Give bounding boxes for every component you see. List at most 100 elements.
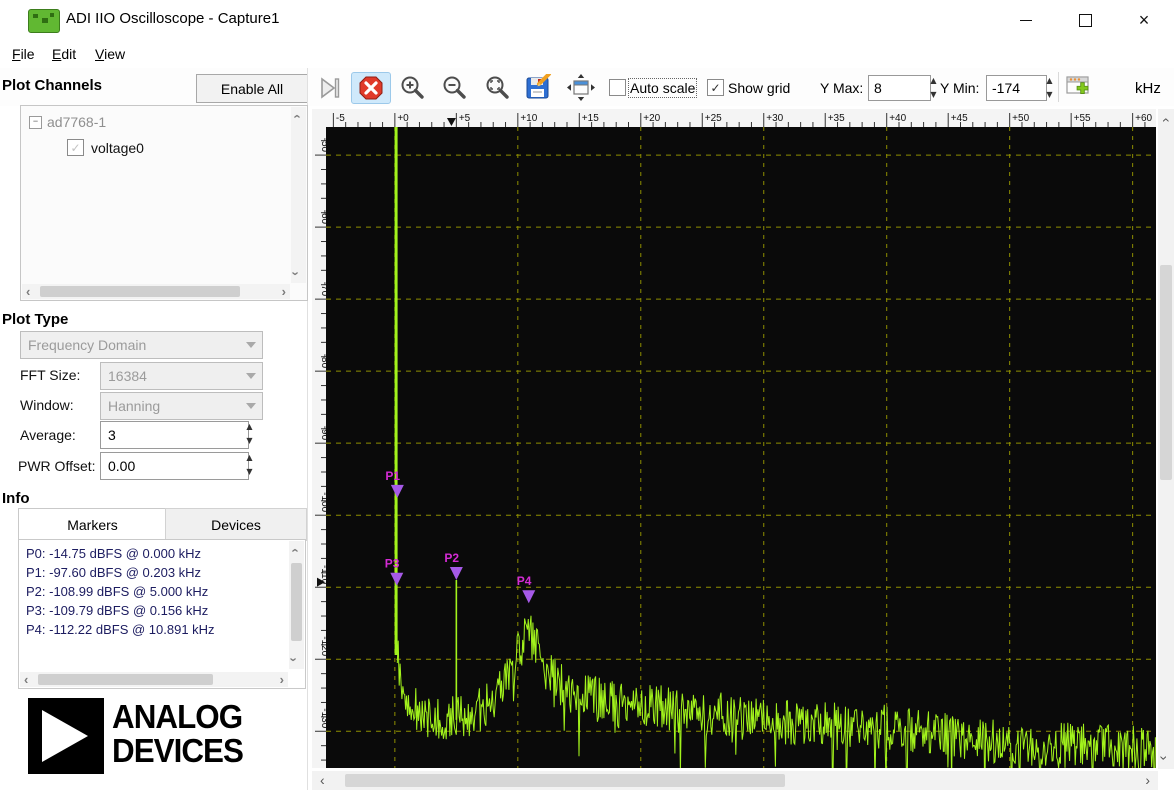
zoom-fit-icon[interactable] — [484, 74, 512, 102]
svg-text:+25: +25 — [705, 113, 722, 124]
average-spinner[interactable]: ▲▼ — [243, 422, 256, 446]
fft-plot[interactable]: P1P2P3P4 — [326, 127, 1156, 768]
scroll-down-icon[interactable]: › — [1157, 756, 1171, 761]
marker-readout-p3: P3: -109.79 dBFS @ 0.156 kHz — [26, 603, 208, 618]
markers-hscrollbar[interactable]: ‹ › — [20, 672, 288, 687]
y-min-spinner[interactable]: ▲▼ — [1043, 76, 1056, 100]
plot-hscroll-thumb[interactable] — [345, 774, 785, 787]
plot-vscroll-thumb[interactable] — [1160, 265, 1172, 480]
spin-down-icon[interactable]: ▼ — [1043, 90, 1056, 100]
new-plot-window-icon[interactable] — [1064, 73, 1094, 101]
svg-text:-5: -5 — [336, 113, 345, 124]
voltage0-label[interactable]: voltage0 — [91, 140, 144, 156]
pan-view-icon[interactable] — [567, 74, 595, 102]
app-window: ADI IIO Oscilloscope - Capture1 × File E… — [0, 0, 1174, 790]
svg-text:+10: +10 — [520, 113, 537, 124]
spin-up-icon[interactable]: ▲ — [1043, 76, 1056, 86]
svg-text:P4: P4 — [517, 574, 532, 588]
scroll-down-icon[interactable]: › — [290, 271, 303, 275]
marker-readout-p2: P2: -108.99 dBFS @ 5.000 kHz — [26, 584, 208, 599]
adi-logo-mark — [28, 698, 104, 774]
menu-view[interactable]: View — [91, 44, 129, 64]
step-forward-icon[interactable] — [317, 74, 345, 102]
scroll-down-icon[interactable]: › — [288, 657, 301, 661]
spin-down-icon[interactable]: ▼ — [243, 436, 256, 446]
minimize-button[interactable] — [998, 0, 1054, 40]
svg-text:P3: P3 — [385, 557, 400, 571]
y-max-spinner[interactable]: ▲▼ — [927, 76, 940, 100]
save-plot-icon[interactable] — [525, 74, 553, 102]
plot-hscrollbar[interactable]: ‹ › — [312, 771, 1158, 790]
plot-vscrollbar[interactable]: › › — [1158, 109, 1174, 769]
spin-up-icon[interactable]: ▲ — [243, 422, 256, 432]
y-min-input[interactable]: -174 — [986, 75, 1047, 101]
window-combo[interactable]: Hanning — [100, 392, 263, 420]
spin-down-icon[interactable]: ▼ — [927, 90, 940, 100]
auto-scale-checkbox[interactable] — [609, 79, 626, 96]
zoom-out-icon[interactable] — [441, 74, 469, 102]
svg-text:-70: -70 — [319, 282, 326, 297]
markers-hscroll-thumb[interactable] — [38, 674, 213, 685]
auto-scale-label[interactable]: Auto scale — [630, 80, 695, 96]
scroll-right-icon[interactable]: › — [1145, 773, 1150, 787]
markers-vscroll-thumb[interactable] — [291, 563, 302, 641]
maximize-button[interactable] — [1057, 0, 1113, 40]
tree-device-label[interactable]: ad7768-1 — [47, 114, 106, 130]
y-max-input[interactable]: 8 — [868, 75, 931, 101]
fft-size-label: FFT Size: — [20, 367, 80, 383]
enable-all-button[interactable]: Enable All — [196, 74, 308, 103]
svg-text:+50: +50 — [1012, 113, 1029, 124]
pwr-offset-input[interactable]: 0.00 — [100, 452, 249, 480]
adi-logo-text: ANALOG DEVICES — [112, 700, 250, 768]
tab-markers[interactable]: Markers — [18, 508, 167, 541]
svg-text:-50: -50 — [319, 138, 326, 153]
scroll-left-icon[interactable]: ‹ — [320, 773, 325, 787]
average-label: Average: — [20, 427, 76, 443]
fft-size-combo[interactable]: 16384 — [100, 362, 263, 390]
spin-up-icon[interactable]: ▲ — [927, 76, 940, 86]
plot-channels-label: Plot Channels — [2, 77, 102, 94]
menu-file[interactable]: File — [8, 44, 39, 64]
window-label: Window: — [20, 397, 74, 413]
svg-text:+40: +40 — [889, 113, 906, 124]
tab-devices[interactable]: Devices — [165, 508, 307, 541]
maximize-icon — [1079, 14, 1092, 27]
spin-up-icon[interactable]: ▲ — [243, 453, 256, 463]
stop-capture-button[interactable] — [351, 72, 391, 104]
menubar: File Edit View — [0, 40, 1174, 69]
titlebar: ADI IIO Oscilloscope - Capture1 × — [0, 0, 1174, 41]
plot-type-combo[interactable]: Frequency Domain — [20, 331, 263, 359]
scroll-right-icon[interactable]: › — [282, 285, 286, 298]
adi-triangle-icon — [28, 698, 104, 774]
scroll-left-icon[interactable]: ‹ — [24, 673, 28, 686]
close-button[interactable]: × — [1116, 0, 1172, 40]
y-min-label: Y Min: — [940, 80, 979, 96]
scroll-up-icon[interactable]: › — [290, 114, 303, 118]
svg-text:-100: -100 — [319, 492, 326, 512]
pwr-offset-spinner[interactable]: ▲▼ — [243, 453, 256, 477]
tree-expander-icon[interactable]: − — [29, 116, 42, 129]
close-icon: × — [1139, 11, 1150, 29]
chevron-down-icon — [246, 342, 256, 348]
stop-capture-icon — [358, 75, 384, 101]
svg-text:-130: -130 — [319, 708, 326, 728]
tree-hscrollbar[interactable]: ‹ › — [22, 284, 290, 299]
voltage0-checkbox[interactable]: ✓ — [67, 139, 84, 156]
svg-text:+30: +30 — [766, 113, 783, 124]
marker-readout-p4: P4: -112.22 dBFS @ 10.891 kHz — [26, 622, 215, 637]
menu-edit[interactable]: Edit — [48, 44, 80, 64]
scroll-up-icon[interactable]: › — [1157, 118, 1171, 123]
zoom-in-icon[interactable] — [399, 74, 427, 102]
markers-vscrollbar[interactable]: › › — [289, 541, 304, 669]
marker-readout-p0: P0: -14.75 dBFS @ 0.000 kHz — [26, 546, 201, 561]
average-input[interactable]: 3 — [100, 421, 249, 449]
tree-hscroll-thumb[interactable] — [40, 286, 240, 297]
scroll-left-icon[interactable]: ‹ — [26, 285, 30, 298]
scroll-up-icon[interactable]: › — [288, 548, 301, 552]
scroll-right-icon[interactable]: › — [280, 673, 284, 686]
show-grid-checkbox[interactable]: ✓ — [707, 79, 724, 96]
spin-down-icon[interactable]: ▼ — [243, 467, 256, 477]
tree-vscrollbar[interactable]: › › — [291, 107, 306, 283]
info-heading: Info — [2, 490, 30, 507]
axis-unit-label: kHz — [1135, 80, 1161, 97]
